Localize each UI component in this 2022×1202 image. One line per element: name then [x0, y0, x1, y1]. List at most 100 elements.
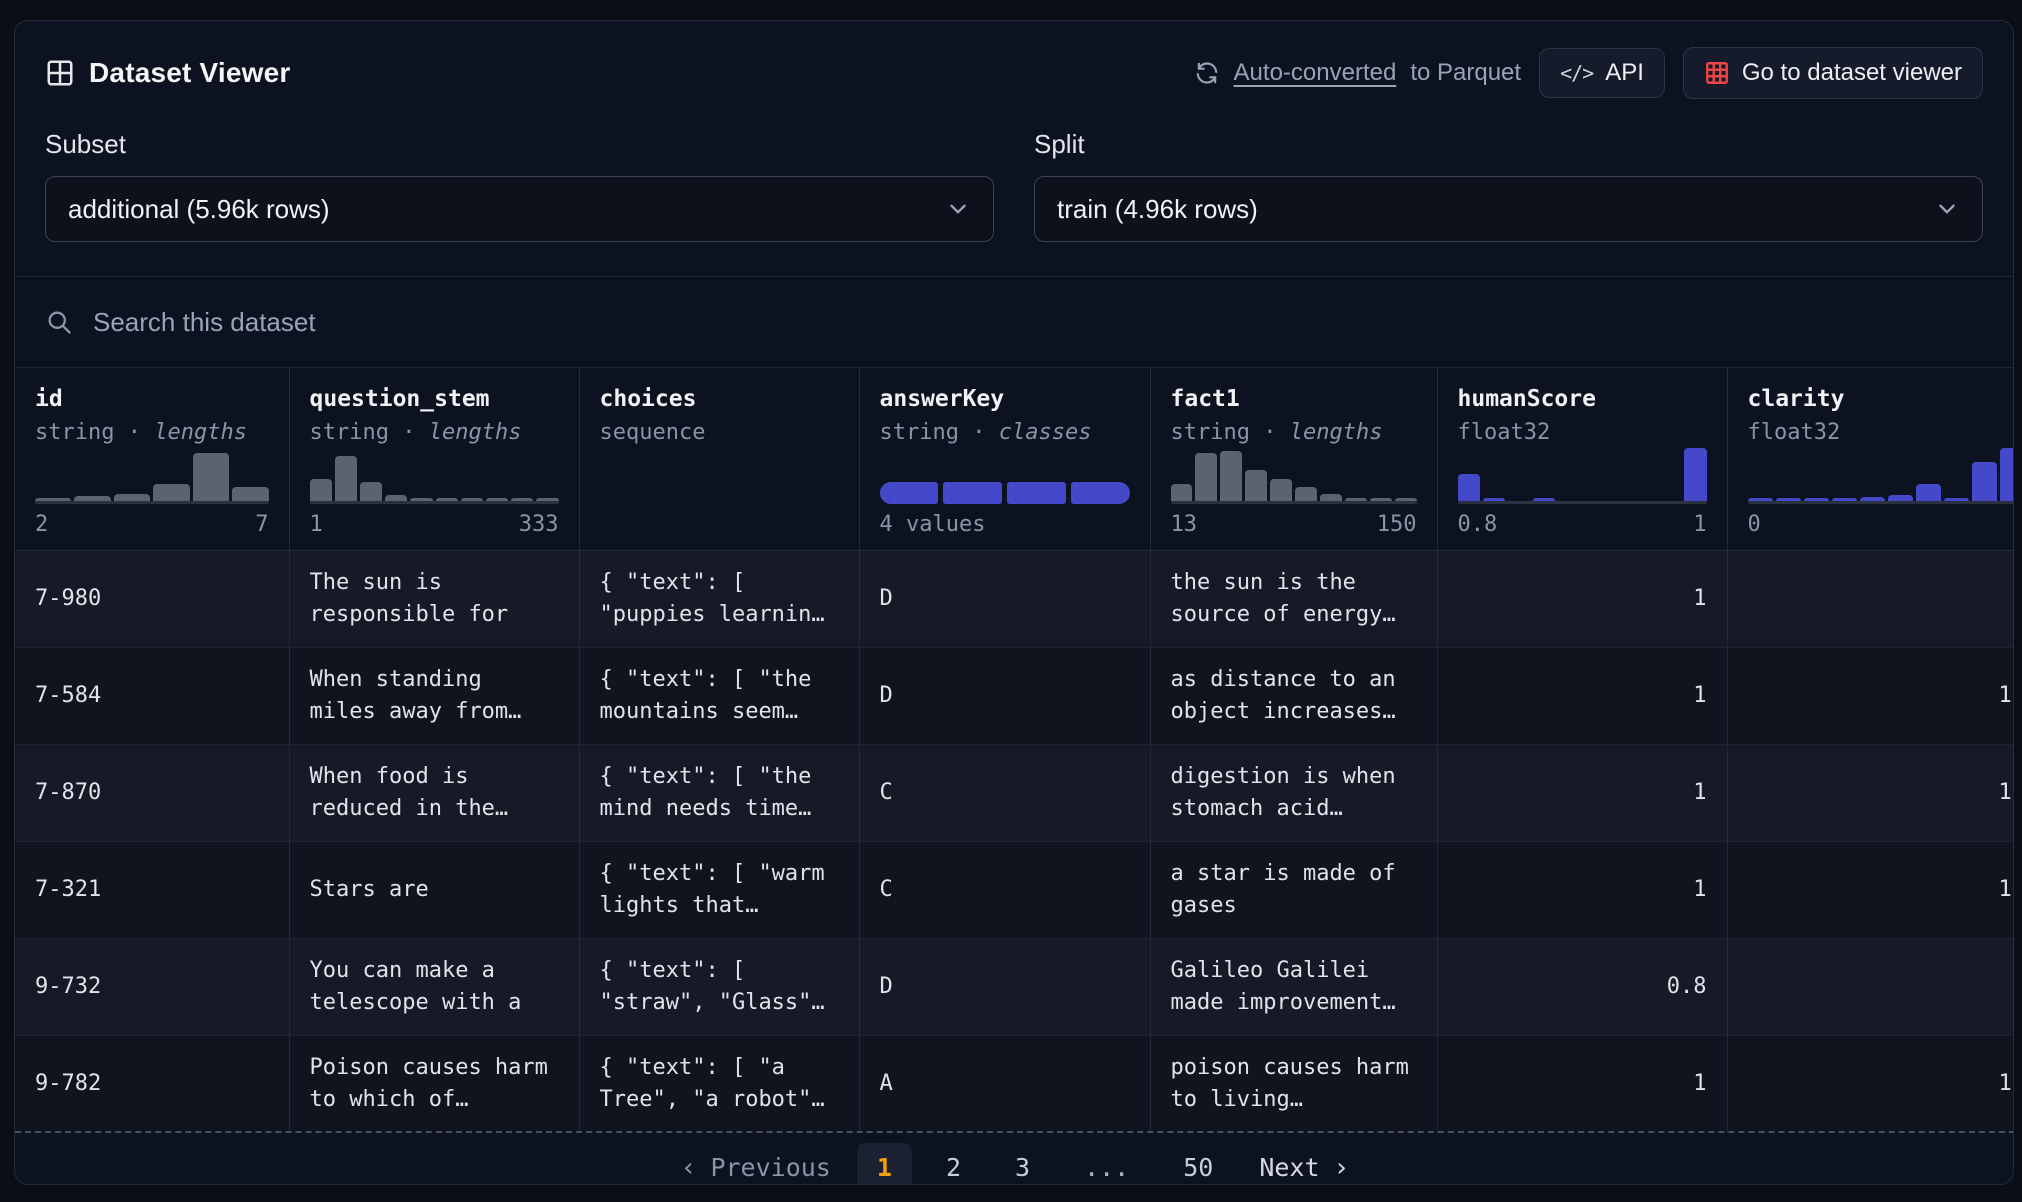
histogram-bar	[360, 482, 382, 501]
cell-humanScore: 1	[1437, 1036, 1727, 1133]
histogram-min-label: 4 values	[880, 512, 986, 538]
cell-choices: { "text": [ "puppies learnin…	[579, 551, 859, 648]
column-header-content: choicessequence	[600, 386, 839, 538]
page-ellipsis: ...	[1064, 1143, 1149, 1185]
histogram-min-label: 13	[1171, 512, 1198, 538]
data-table: idstring · lengths27question_stemstring …	[15, 368, 2014, 1133]
histogram-labels: 1333	[310, 512, 559, 538]
cell-id: 9-782	[15, 1036, 289, 1133]
histogram-baseline	[35, 501, 269, 504]
table-wrap: idstring · lengths27question_stemstring …	[15, 368, 2014, 1185]
class-segment	[1071, 482, 1130, 504]
auto-converted-rest: to Parquet	[1410, 59, 1521, 87]
cell-question_stem: When food is reduced in the…	[289, 745, 579, 842]
histogram-labels: 13 150	[1171, 512, 1417, 538]
cell-answerKey: A	[859, 1036, 1150, 1133]
histogram-bar	[1195, 453, 1217, 501]
cell-fact1: as distance to an object increases…	[1150, 648, 1437, 745]
column-type: string · classes	[880, 420, 1130, 445]
column-name: choices	[600, 386, 839, 412]
column-name: clarity	[1748, 386, 2015, 412]
split-select-value: train (4.96k rows)	[1057, 194, 1258, 225]
histogram-max-label: 1	[1693, 512, 1706, 538]
histogram-bar	[193, 453, 229, 501]
cell-answerKey: D	[859, 648, 1150, 745]
page-50[interactable]: 50	[1163, 1143, 1233, 1185]
cell-humanScore: 1	[1437, 842, 1727, 939]
page-title-text: Dataset Viewer	[89, 57, 291, 89]
cell-choices: { "text": [ "straw", "Glass"…	[579, 939, 859, 1036]
api-button[interactable]: </> API	[1539, 48, 1665, 98]
column-header-fact1: fact1string · lengths13150	[1150, 368, 1437, 551]
histogram-bar	[114, 494, 150, 501]
search-input[interactable]	[93, 307, 1983, 338]
page-1[interactable]: 1	[857, 1143, 912, 1185]
chevron-down-icon	[1934, 196, 1960, 222]
histogram-bar	[1171, 484, 1193, 501]
column-header-content: clarityfloat320	[1748, 386, 2015, 538]
histogram-bar	[1270, 479, 1292, 501]
column-histogram	[35, 445, 269, 501]
cell-answerKey: C	[859, 745, 1150, 842]
cell-question_stem: When standing miles away from…	[289, 648, 579, 745]
chevron-left-icon: ‹	[681, 1153, 697, 1183]
histogram-labels: 4 values	[880, 512, 1130, 538]
split-label: Split	[1034, 129, 1983, 160]
histogram-bar	[1458, 474, 1480, 501]
histogram-bar	[1972, 462, 1997, 501]
table-row: 7-980The sun is responsible for{ "text":…	[15, 551, 2014, 648]
split-select[interactable]: train (4.96k rows)	[1034, 176, 1983, 242]
column-name: humanScore	[1458, 386, 1707, 412]
auto-converted-note: Auto-converted to Parquet	[1194, 59, 1522, 87]
column-header-content: idstring · lengths27	[35, 386, 269, 538]
go-to-dataset-viewer-button[interactable]: Go to dataset viewer	[1683, 47, 1983, 99]
column-type: float32	[1458, 420, 1707, 445]
cell-fact1: digestion is when stomach acid…	[1150, 745, 1437, 842]
search-icon	[45, 308, 73, 336]
table-row: 7-321Stars are{ "text": [ "warm lights t…	[15, 842, 2014, 939]
cell-id: 7-584	[15, 648, 289, 745]
cell-id: 9-732	[15, 939, 289, 1036]
histogram-labels: 0.81	[1458, 512, 1707, 538]
header-actions: Auto-converted to Parquet </> API Go to …	[1194, 47, 1983, 99]
table-row: 7-584When standing miles away from…{ "te…	[15, 648, 2014, 745]
cell-humanScore: 1	[1437, 648, 1727, 745]
column-class-bar	[880, 482, 1130, 504]
cell-question_stem: The sun is responsible for	[289, 551, 579, 648]
histogram-bar	[310, 479, 332, 501]
chevron-right-icon: ›	[1334, 1153, 1350, 1183]
cell-clarity: 1.	[1727, 842, 2014, 939]
subset-select-value: additional (5.96k rows)	[68, 194, 330, 225]
viewer-button-label: Go to dataset viewer	[1742, 61, 1962, 85]
column-header-content: question_stemstring · lengths1333	[310, 386, 559, 538]
table-row: 9-782Poison causes harm to which of…{ "t…	[15, 1036, 2014, 1133]
column-name: fact1	[1171, 386, 1417, 412]
page-numbers: 123... 50	[857, 1143, 1233, 1185]
histogram-min-label: 1	[310, 512, 323, 538]
histogram-labels	[600, 512, 839, 538]
column-type: string · lengths	[310, 420, 559, 445]
auto-converted-link[interactable]: Auto-converted	[1234, 59, 1397, 87]
search-bar	[15, 276, 2013, 368]
panel-header: Dataset Viewer Auto-converted to Parquet…	[15, 21, 2013, 99]
next-label: Next	[1259, 1153, 1319, 1182]
cell-fact1: a star is made of gases	[1150, 842, 1437, 939]
api-button-label: API	[1605, 61, 1644, 85]
page-3[interactable]: 3	[995, 1143, 1050, 1185]
histogram-bar	[2000, 448, 2014, 501]
next-button[interactable]: Next ›	[1259, 1153, 1349, 1183]
previous-button[interactable]: ‹ Previous	[681, 1153, 831, 1183]
cell-choices: { "text": [ "warm lights that…	[579, 842, 859, 939]
column-name: answerKey	[880, 386, 1130, 412]
column-histogram	[1748, 445, 2015, 501]
column-histogram	[1171, 445, 1417, 501]
column-histogram	[310, 445, 559, 501]
histogram-max-label: 150	[1377, 512, 1417, 538]
cell-answerKey: C	[859, 842, 1150, 939]
cell-choices: { "text": [ "the mind needs time…	[579, 745, 859, 842]
page-2[interactable]: 2	[926, 1143, 981, 1185]
histogram-bar	[1320, 494, 1342, 501]
subset-select[interactable]: additional (5.96k rows)	[45, 176, 994, 242]
cell-question_stem: You can make a telescope with a	[289, 939, 579, 1036]
column-header-answerKey: answerKey string · classes 4 values	[859, 368, 1150, 551]
